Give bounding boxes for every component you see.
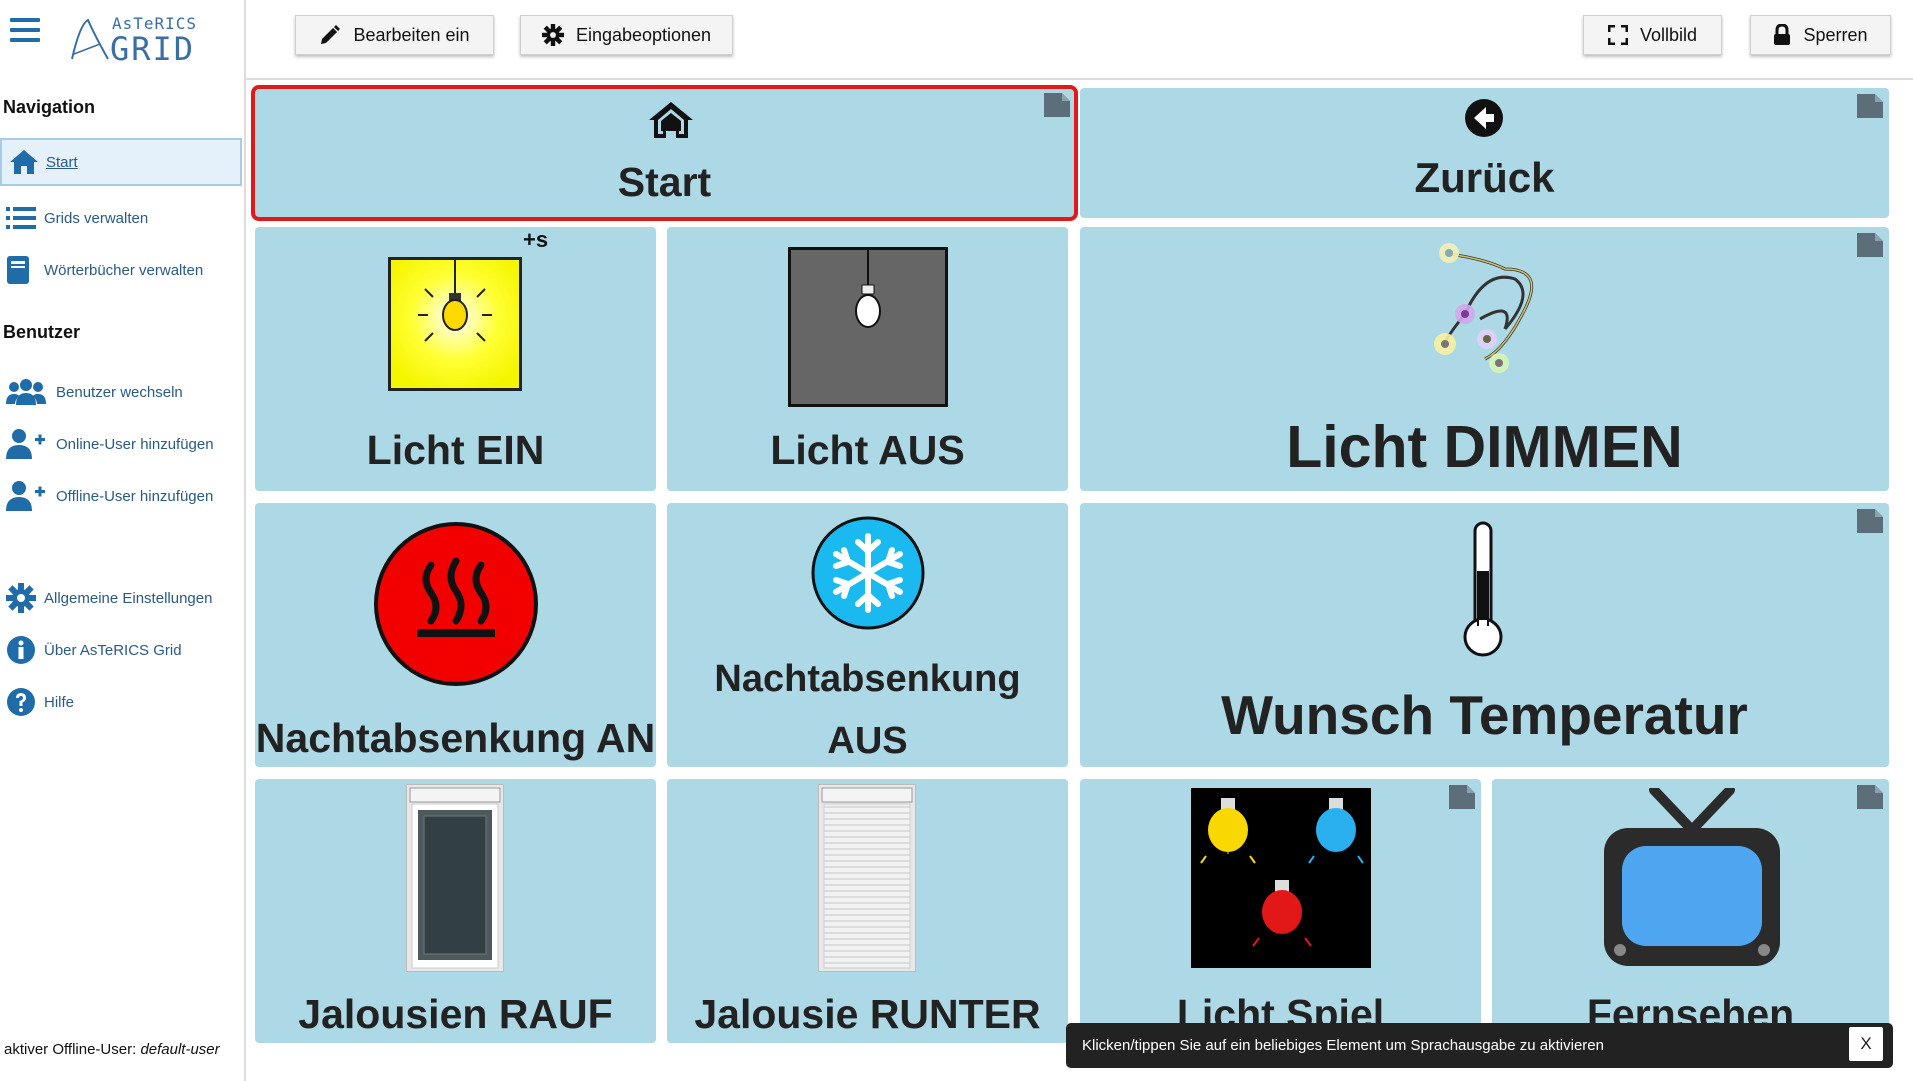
active-user-status: aktiver Offline-User: default-user	[4, 1041, 220, 1058]
sidebar-item-grids[interactable]: Grids verwalten	[0, 194, 242, 242]
shortcut-badge: +s	[523, 227, 549, 252]
edit-button[interactable]: Bearbeiten ein	[295, 15, 494, 55]
window-blind-up-icon	[406, 784, 504, 972]
sidebar-item-label: Grids verwalten	[44, 209, 149, 227]
colored-bulbs-icon	[1191, 788, 1371, 968]
gear-icon	[0, 583, 44, 613]
list-icon	[0, 205, 44, 231]
edit-button-label: Bearbeiten ein	[353, 24, 470, 45]
light-on-icon	[388, 257, 522, 391]
hamburger-menu-icon[interactable]	[10, 18, 40, 44]
cell-label-line1: Nachtabsenkung	[714, 658, 1021, 700]
snowflake-icon	[811, 516, 925, 630]
grid-cell-light-off[interactable]: Licht AUS	[667, 227, 1068, 491]
grid-cell-back[interactable]: Zurück	[1080, 88, 1889, 218]
folder-corner-icon	[1857, 785, 1883, 809]
cell-label-line2: AUS	[827, 720, 908, 762]
active-user-prefix: aktiver Offline-User:	[4, 1041, 137, 1058]
cell-label: Jalousien RAUF	[298, 991, 613, 1037]
thermometer-icon	[1463, 521, 1503, 657]
app-logo: AsTeRICS GRID	[70, 10, 200, 68]
sidebar-item-dictionaries[interactable]: Wörterbücher verwalten	[0, 246, 242, 294]
cell-label: Nachtabsenkung AUS	[667, 648, 1068, 767]
pencil-icon	[321, 25, 341, 44]
grid-cell-light-on[interactable]: +s Licht EIN	[255, 227, 656, 491]
sidebar-item-start[interactable]: Start	[0, 138, 242, 186]
cell-label: Licht EIN	[366, 427, 545, 473]
input-options-button-label: Eingabeoptionen	[575, 24, 712, 45]
home-icon	[649, 102, 693, 138]
lock-icon	[1774, 24, 1791, 45]
sidebar-item-label: Allgemeine Einstellungen	[44, 589, 213, 607]
cell-label: Start	[617, 159, 712, 205]
folder-corner-icon	[1857, 94, 1883, 118]
grid-cell-tv[interactable]: Fernsehen	[1492, 779, 1889, 1043]
sidebar-item-add-offline-user[interactable]: Offline-User hinzufügen	[0, 472, 242, 520]
input-options-button[interactable]: Eingabeoptionen	[520, 15, 733, 55]
light-chain-icon	[1434, 243, 1534, 373]
info-icon	[0, 635, 44, 665]
help-icon	[0, 687, 44, 717]
sidebar-item-label: Hilfe	[44, 693, 75, 711]
folder-corner-icon	[1857, 233, 1883, 257]
user-heading: Benutzer	[3, 322, 81, 342]
grid-cell-light-dim[interactable]: Licht DIMMEN	[1080, 227, 1889, 491]
home-icon	[2, 148, 46, 176]
heating-icon	[374, 522, 538, 686]
sidebar-item-label: Benutzer wechseln	[56, 383, 183, 401]
fullscreen-button[interactable]: Vollbild	[1583, 15, 1722, 55]
speech-activation-toast: Klicken/tippen Sie auf ein beliebiges El…	[1066, 1023, 1893, 1068]
grid-cell-night-off[interactable]: Nachtabsenkung AUS	[667, 503, 1068, 767]
light-off-icon	[788, 247, 948, 407]
communication-grid: Start Zurück +s Licht EIN Licht AUS Lich…	[246, 78, 1913, 1081]
grid-cell-start[interactable]: Start	[251, 85, 1078, 221]
sidebar-item-help[interactable]: Hilfe	[0, 678, 242, 726]
grid-cell-blinds-down[interactable]: Jalousie RUNTER	[667, 779, 1068, 1043]
lock-button-label: Sperren	[1803, 24, 1868, 45]
sidebar-item-label: Start	[46, 153, 78, 171]
grid-cell-temperature[interactable]: Wunsch Temperatur	[1080, 503, 1889, 767]
book-icon	[0, 255, 44, 285]
logo-mark-icon	[71, 18, 109, 60]
users-icon	[0, 378, 56, 406]
cell-label: Licht AUS	[770, 427, 965, 473]
gear-icon	[541, 24, 564, 46]
grid-cell-blinds-up[interactable]: Jalousien RAUF	[255, 779, 656, 1043]
cell-label: Wunsch Temperatur	[1221, 684, 1748, 746]
navigation-heading: Navigation	[3, 97, 96, 117]
fullscreen-button-label: Vollbild	[1639, 24, 1698, 45]
sidebar-item-label: Über AsTeRICS Grid	[44, 641, 182, 659]
user-plus-icon	[0, 480, 56, 512]
toast-close-button[interactable]: X	[1849, 1027, 1883, 1061]
sidebar-item-add-online-user[interactable]: Online-User hinzufügen	[0, 420, 242, 468]
sidebar-item-label: Wörterbücher verwalten	[44, 261, 204, 279]
window-blind-down-icon	[818, 784, 916, 972]
cell-label: Nachtabsenkung AN	[255, 715, 656, 761]
cell-label: Licht DIMMEN	[1286, 414, 1683, 480]
sidebar: AsTeRICS GRID Navigation Start Grids ver…	[0, 0, 246, 1081]
cell-label: Zurück	[1414, 154, 1555, 201]
user-plus-icon	[0, 428, 56, 460]
logo-text-bottom: GRID	[110, 30, 196, 68]
cell-label: Jalousie RUNTER	[694, 991, 1041, 1037]
tv-icon	[1604, 788, 1780, 966]
folder-corner-icon	[1857, 509, 1883, 533]
sidebar-item-settings[interactable]: Allgemeine Einstellungen	[0, 574, 242, 622]
lock-button[interactable]: Sperren	[1750, 15, 1891, 55]
active-user-name: default-user	[140, 1041, 220, 1058]
sidebar-item-about[interactable]: Über AsTeRICS Grid	[0, 626, 242, 674]
toast-message: Klicken/tippen Sie auf ein beliebiges El…	[1082, 1037, 1604, 1054]
grid-cell-light-show[interactable]: Licht Spiel	[1080, 779, 1481, 1043]
folder-corner-icon	[1449, 785, 1475, 809]
folder-corner-icon	[1044, 93, 1070, 117]
sidebar-item-label: Offline-User hinzufügen	[56, 487, 214, 505]
arrow-left-circle-icon	[1465, 99, 1503, 137]
toolbar: Bearbeiten ein Eingabeoptionen Vollbild …	[246, 0, 1913, 80]
sidebar-item-label: Online-User hinzufügen	[56, 435, 214, 453]
expand-icon	[1607, 25, 1628, 45]
sidebar-item-switch-user[interactable]: Benutzer wechseln	[0, 368, 242, 416]
grid-cell-night-on[interactable]: Nachtabsenkung AN	[255, 503, 656, 767]
